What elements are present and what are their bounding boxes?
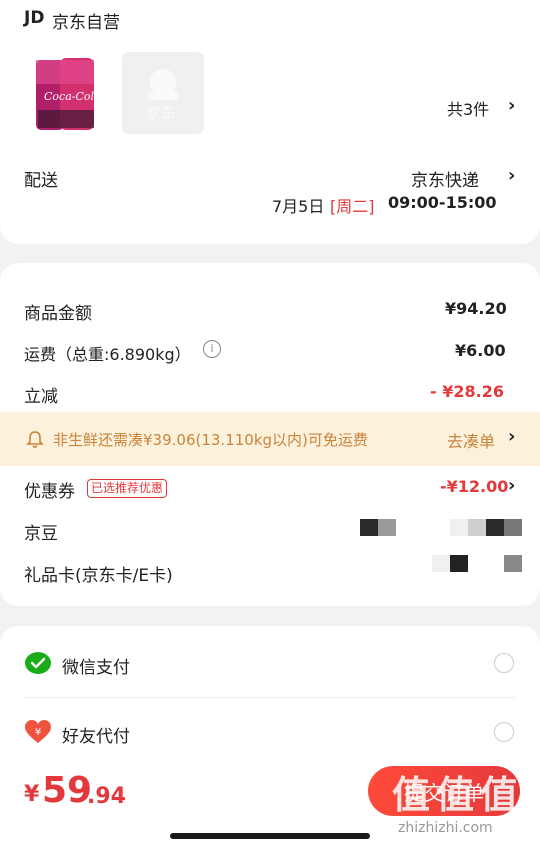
bell-icon — [26, 431, 44, 448]
redacted-block — [504, 555, 522, 572]
total-currency: ¥ — [24, 782, 40, 807]
goods-amount-value: ¥94.20 — [445, 299, 507, 318]
redacted-block — [504, 519, 522, 536]
total-decimal: .94 — [87, 784, 126, 809]
watermark-site: zhizhizhi.com — [398, 820, 493, 836]
redacted-block — [450, 555, 468, 572]
chevron-right-icon[interactable]: › — [508, 165, 515, 186]
chevron-right-icon[interactable]: › — [508, 95, 515, 116]
redacted-block — [360, 519, 378, 536]
redacted-block — [468, 519, 486, 536]
watermark-char: 值 — [392, 773, 431, 817]
discount-label: 立减 — [24, 387, 58, 407]
shipping-label: 运费（总重:6.890kg） — [24, 345, 191, 364]
delivery-label: 配送 — [24, 171, 58, 191]
wechat-pay-radio[interactable] — [494, 653, 514, 673]
jd-logo: JD — [24, 8, 45, 28]
delivery-time: 09:00-15:00 — [388, 193, 497, 212]
watermark-char: 值 — [480, 773, 519, 817]
delivery-carrier[interactable]: 京东快递 — [411, 166, 479, 191]
product-thumbnail-coke[interactable]: Coca-Cola — [24, 52, 106, 134]
price-summary-card: 商品金额 ¥94.20 运费（总重:6.890kg） i ¥6.00 立减 - … — [0, 263, 540, 606]
redacted-block — [450, 519, 468, 536]
coupon-tag: 已选推荐优惠 — [87, 479, 168, 498]
notice-action[interactable]: 去凑单 — [447, 428, 495, 452]
store-name: 京东自营 — [52, 13, 120, 33]
product-thumbnail-placeholder[interactable]: 京东 — [122, 52, 204, 134]
delivery-date: 7月5日 — [272, 197, 325, 216]
wechat-pay-icon — [25, 652, 51, 674]
chevron-right-icon[interactable]: › — [508, 475, 515, 496]
svg-text:Coca-Cola: Coca-Cola — [44, 90, 101, 103]
coke-can-image: Coca-Cola — [36, 58, 101, 130]
bottom-pay-bar: ¥ 59 .94 提交订单 值 值 值 zhizhizhi.com — [0, 758, 540, 849]
coupon-label: 优惠券 — [24, 482, 75, 502]
divider — [24, 697, 516, 698]
chevron-right-icon[interactable]: › — [508, 426, 515, 447]
friend-pay-radio[interactable] — [494, 722, 514, 742]
info-icon[interactable]: i — [203, 340, 221, 358]
coupon-value[interactable]: -¥12.00 — [440, 477, 508, 496]
redacted-block — [378, 519, 396, 536]
total-integer: 59 — [42, 770, 93, 811]
delivery-weekday: [周二] — [330, 197, 375, 216]
svg-text:¥: ¥ — [35, 727, 41, 738]
store-card: JD 京东自营 Coca-Cola 京东 共3件 › 配送 京东快递 › 7月5… — [0, 0, 540, 244]
watermark-char: 值 — [436, 773, 475, 817]
shipping-value: ¥6.00 — [455, 341, 506, 360]
discount-value: - ¥28.26 — [430, 382, 504, 401]
free-shipping-notice[interactable]: 非生鲜还需凑¥39.06(13.110kg以内)可免运费 去凑单 › — [0, 412, 540, 466]
placeholder-logo-text: 京东 — [146, 104, 177, 122]
friend-pay-heart-icon: ¥ — [25, 720, 51, 743]
notice-text: 非生鲜还需凑¥39.06(13.110kg以内)可免运费 — [53, 431, 368, 449]
friend-pay-label[interactable]: 好友代付 — [62, 722, 130, 747]
goods-amount-label: 商品金额 — [24, 304, 92, 324]
giftcard-label: 礼品卡(京东卡/E卡) — [24, 566, 173, 586]
wechat-pay-label[interactable]: 微信支付 — [62, 653, 130, 678]
jingdou-label: 京豆 — [24, 524, 58, 544]
product-count[interactable]: 共3件 — [447, 96, 489, 120]
home-indicator — [170, 833, 370, 839]
redacted-block — [486, 519, 504, 536]
redacted-block — [432, 555, 450, 572]
